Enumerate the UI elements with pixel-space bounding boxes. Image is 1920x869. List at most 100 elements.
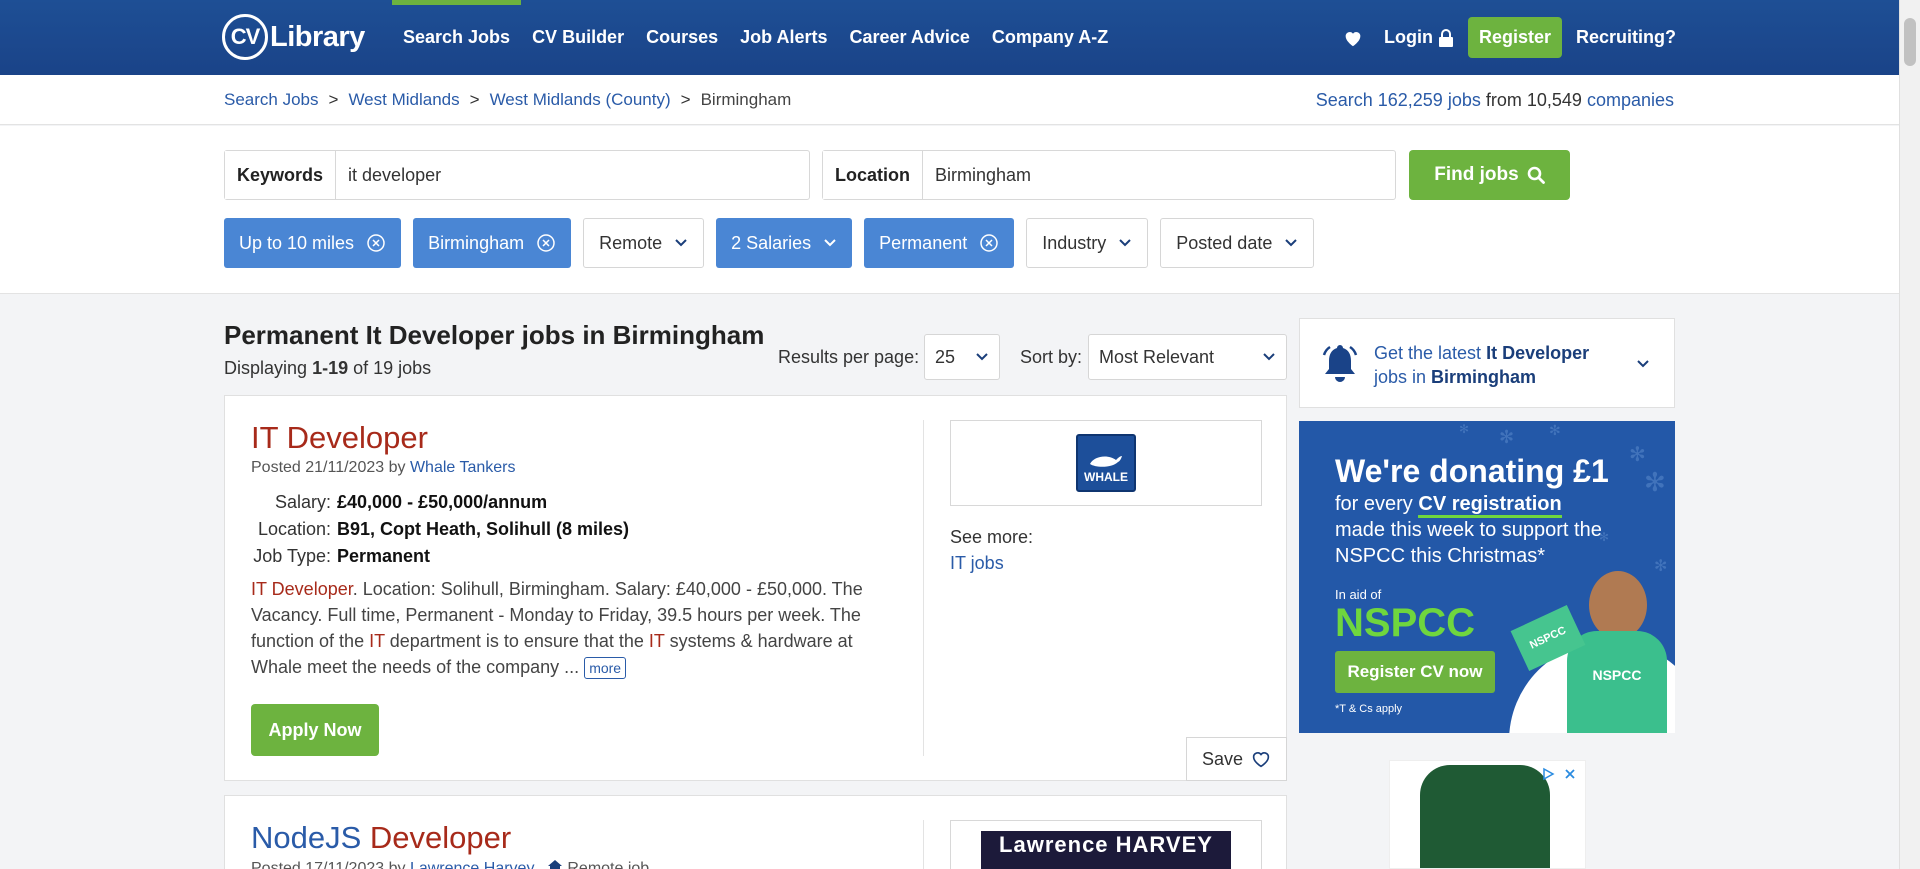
job-meta: Salary: £40,000 - £50,000/annum Location:… xyxy=(251,489,629,570)
filter-job-type[interactable]: Permanent xyxy=(864,218,1015,268)
heart-icon[interactable] xyxy=(1342,27,1364,49)
see-more-link[interactable]: IT jobs xyxy=(950,553,1004,573)
see-more: See more: IT jobs xyxy=(950,524,1033,576)
desc-highlight: IT xyxy=(369,631,385,651)
nav-company-a-z[interactable]: Company A-Z xyxy=(981,0,1119,75)
location-field[interactable]: Location Birmingham xyxy=(822,150,1396,200)
filter-label: Permanent xyxy=(879,232,968,253)
company-logo[interactable]: WHALE xyxy=(950,420,1262,506)
clear-circle-icon[interactable] xyxy=(536,233,556,253)
filter-industry[interactable]: Industry xyxy=(1026,218,1149,268)
chevron-down-icon xyxy=(1285,239,1298,247)
salary-label: Salary: xyxy=(274,492,331,512)
location-input[interactable]: Birmingham xyxy=(923,151,1043,199)
location-label: Location: xyxy=(257,519,331,539)
filter-label: Birmingham xyxy=(428,232,525,253)
filter-posted-date[interactable]: Posted date xyxy=(1160,218,1315,268)
svg-text:✻: ✻ xyxy=(1459,422,1469,436)
find-jobs-button[interactable]: Find jobs xyxy=(1409,150,1570,200)
svg-text:✻: ✻ xyxy=(1499,427,1514,447)
close-icon[interactable] xyxy=(1563,767,1577,781)
find-jobs-label: Find jobs xyxy=(1434,164,1519,185)
apply-now-button[interactable]: Apply Now xyxy=(251,704,379,756)
company-logo[interactable]: Lawrence HARVEY xyxy=(950,820,1262,869)
ad-register-cv-button[interactable]: Register CV now xyxy=(1335,651,1495,693)
svg-text:✻: ✻ xyxy=(1654,558,1667,575)
nav-search-jobs[interactable]: Search Jobs xyxy=(392,0,522,75)
breadcrumb-separator: > xyxy=(680,90,691,109)
job-title-link[interactable]: IT Developer xyxy=(251,420,428,456)
breadcrumb-west-midlands[interactable]: West Midlands xyxy=(348,90,459,110)
clear-circle-icon[interactable] xyxy=(979,233,999,253)
recruiting-link[interactable]: Recruiting? xyxy=(1576,27,1676,48)
stats-jobs-link[interactable]: 162,259 jobs xyxy=(1378,90,1481,110)
adchoices-icon[interactable] xyxy=(1541,767,1555,781)
displaying-suffix: of 19 jobs xyxy=(353,358,432,378)
keywords-input[interactable]: it developer xyxy=(336,151,453,199)
displaying-prefix: Displaying xyxy=(224,358,308,378)
filter-bar: Up to 10 miles Birmingham Remote 2 Salar… xyxy=(224,218,1326,268)
alert-mid: jobs in xyxy=(1374,367,1427,387)
heart-outline-icon xyxy=(1252,752,1270,768)
breadcrumb-current: Birmingham xyxy=(700,90,792,109)
alert-prefix: Get the latest xyxy=(1374,343,1482,363)
filter-location[interactable]: Birmingham xyxy=(413,218,572,268)
nav-career-advice[interactable]: Career Advice xyxy=(838,0,980,75)
per-page-value: 25 xyxy=(935,346,956,367)
search-stats: Search 162,259 jobs from 10,549 companie… xyxy=(1316,90,1674,111)
save-label: Save xyxy=(1201,748,1244,769)
breadcrumb-separator: > xyxy=(328,90,339,109)
results-count: Displaying 1-19 of 19 jobs xyxy=(224,358,431,379)
stats-search-prefix[interactable]: Search xyxy=(1316,90,1373,110)
svg-text:✻: ✻ xyxy=(1549,422,1561,438)
job-title-text: IT Developer xyxy=(251,420,428,455)
results-title: Permanent It Developer jobs in Birmingha… xyxy=(224,320,765,350)
register-button[interactable]: Register xyxy=(1467,17,1562,58)
sort-select[interactable]: Most Relevant xyxy=(1088,334,1287,380)
lock-icon xyxy=(1438,28,1453,47)
filter-salary[interactable]: 2 Salaries xyxy=(716,218,853,268)
ad-line2: made this week to support the NSPCC this… xyxy=(1335,519,1602,567)
company-link[interactable]: Lawrence Harvey xyxy=(410,860,535,869)
filter-label: 2 Salaries xyxy=(731,232,812,253)
page-scrollbar[interactable] xyxy=(1899,0,1920,869)
nav-cv-builder[interactable]: CV Builder xyxy=(521,0,635,75)
breadcrumb-west-midlands-county[interactable]: West Midlands (County) xyxy=(490,90,671,110)
site-header: CV Library Search Jobs CV Builder Course… xyxy=(0,0,1899,75)
ad-aid-label: In aid of xyxy=(1335,587,1382,602)
nav-courses[interactable]: Courses xyxy=(635,0,729,75)
breadcrumb-bar: Search Jobs > West Midlands > West Midla… xyxy=(0,75,1899,125)
chevron-down-icon xyxy=(1263,353,1275,361)
scrollbar-thumb[interactable] xyxy=(1904,18,1916,66)
see-more-label: See more: xyxy=(950,527,1034,547)
login-link[interactable]: Login xyxy=(1384,27,1454,48)
logo-text: Library xyxy=(270,20,365,53)
nspcc-advert[interactable]: ✻ ✻ ✻ ✻ ✻ ✻ ✻ We're donating £1 for every CV r… xyxy=(1299,421,1675,733)
job-title-link[interactable]: NodeJS Developer xyxy=(251,820,511,856)
ad-subtext: for every CV registration made this week … xyxy=(1335,491,1635,569)
per-page-select[interactable]: 25 xyxy=(924,334,1000,380)
filter-remote[interactable]: Remote xyxy=(583,218,705,268)
breadcrumb-search-jobs[interactable]: Search Jobs xyxy=(224,90,319,110)
save-job-button[interactable]: Save xyxy=(1186,737,1287,781)
bell-icon xyxy=(1322,345,1358,382)
stats-company-count: 10,549 xyxy=(1526,90,1582,110)
clear-circle-icon[interactable] xyxy=(366,233,386,253)
sort-value: Most Relevant xyxy=(1099,346,1215,367)
job-type-value: Permanent xyxy=(337,546,431,566)
job-alert-box[interactable]: Get the latest It Developer jobs in Birm… xyxy=(1299,318,1675,408)
stats-companies-link[interactable]: companies xyxy=(1587,90,1674,110)
svg-text:✻: ✻ xyxy=(1629,444,1646,466)
nav-job-alerts[interactable]: Job Alerts xyxy=(729,0,838,75)
whale-icon xyxy=(1090,456,1122,467)
company-link[interactable]: Whale Tankers xyxy=(410,459,516,476)
desc-highlight: IT xyxy=(648,631,665,651)
location-label: Location xyxy=(823,151,923,199)
keywords-field[interactable]: Keywords it developer xyxy=(224,150,810,200)
ad-line1: for every xyxy=(1335,493,1413,515)
dress-advert[interactable] xyxy=(1389,760,1586,869)
job-type-label: Job Type: xyxy=(253,546,331,566)
more-button[interactable]: more xyxy=(584,657,627,679)
cv-library-logo[interactable]: CV Library xyxy=(222,12,365,62)
filter-distance[interactable]: Up to 10 miles xyxy=(224,218,402,268)
